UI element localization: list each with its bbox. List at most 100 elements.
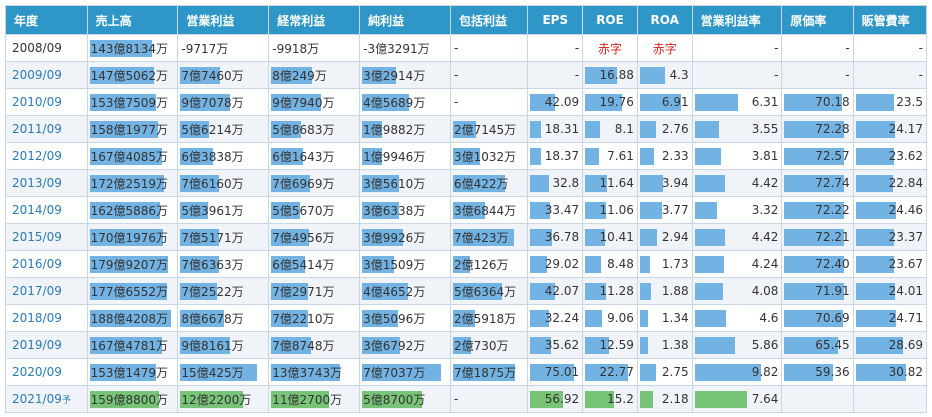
cell-value: 3億6792万 xyxy=(363,338,426,353)
col-header-year[interactable]: 年度 xyxy=(5,5,88,35)
cell-value: 8.1 xyxy=(614,122,634,136)
cell-sga-ratio: 24.46 xyxy=(852,196,928,224)
cell-roa: 6.91 xyxy=(636,88,693,116)
cell-value: 4億5689万 xyxy=(363,95,426,110)
row-year[interactable]: 2020/09 xyxy=(5,358,88,386)
cell-value: -9918万 xyxy=(272,41,320,56)
cell-value: 3億9926万 xyxy=(363,230,426,245)
row-year[interactable]: 2010/09 xyxy=(5,88,88,116)
col-header-cost-ratio[interactable]: 原価率 xyxy=(781,5,854,35)
cell-value: 13億3743万 xyxy=(272,365,343,380)
cell-operating-profit: 5億6214万 xyxy=(177,115,270,143)
cell-value: - xyxy=(845,68,850,82)
cell-value: - xyxy=(774,68,779,82)
forecast-marker: 予 xyxy=(61,396,71,406)
table-row: 2019/09 167億4781万 9億8161万 7億8748万 3億6792万 2億7… xyxy=(5,331,928,359)
cell-value: 172億2519万 xyxy=(90,176,169,191)
cell-eps: 29.02 xyxy=(527,250,584,278)
cell-operating-profit: 7億2522万 xyxy=(177,277,270,305)
col-header-ordinary-profit[interactable]: 経常利益 xyxy=(268,5,361,35)
row-year-label: 2008/09 xyxy=(12,41,62,55)
cell-sga-ratio: 23.67 xyxy=(852,250,928,278)
col-header-operating-margin[interactable]: 営業利益率 xyxy=(691,5,783,35)
row-year[interactable]: 2014/09 xyxy=(5,196,88,224)
row-year[interactable]: 2009/09 xyxy=(5,61,88,89)
col-header-roe[interactable]: ROE xyxy=(582,5,638,35)
table-row: 2008/09 143億8134万 -9717万 -9918万 -3億3291万 - - 赤字… xyxy=(5,34,928,62)
cell-ordinary-profit: 6億5414万 xyxy=(268,250,361,278)
cell-operating-margin: - xyxy=(691,34,783,62)
cell-value: 7億2971万 xyxy=(272,284,335,299)
cell-value: - xyxy=(774,41,779,55)
cell-net-profit: 3億5610万 xyxy=(359,169,451,197)
cell-value: 4.6 xyxy=(759,311,779,325)
cell-net-profit: 7億7037万 xyxy=(359,358,451,386)
col-header-operating-profit[interactable]: 営業利益 xyxy=(177,5,270,35)
row-year[interactable]: 2013/09 xyxy=(5,169,88,197)
cell-sga-ratio: 28.69 xyxy=(852,331,928,359)
cell-net-profit: 5億8700万 xyxy=(359,385,451,413)
cell-operating-margin: 4.6 xyxy=(691,304,783,332)
cell-value: 赤字 xyxy=(652,41,677,56)
cell-value: 15.2 xyxy=(607,392,634,406)
cell-roe: 22.77 xyxy=(582,358,638,386)
cell-value: 11.28 xyxy=(599,284,634,298)
row-year[interactable]: 2015/09 xyxy=(5,223,88,251)
cell-comprehensive-income: - xyxy=(449,88,529,116)
col-header-sga-ratio[interactable]: 販管費率 xyxy=(852,5,928,35)
cell-ordinary-profit: 11億2700万 xyxy=(268,385,361,413)
col-header-revenue[interactable]: 売上高 xyxy=(86,5,179,35)
cell-revenue: 143億8134万 xyxy=(86,34,179,62)
row-year[interactable]: 2018/09 xyxy=(5,304,88,332)
cell-net-profit: -3億3291万 xyxy=(359,34,451,62)
cell-value: 3.94 xyxy=(661,176,689,190)
cell-ordinary-profit: 7億8748万 xyxy=(268,331,361,359)
row-year[interactable]: 2021/09予 xyxy=(5,385,88,413)
row-year[interactable]: 2019/09 xyxy=(5,331,88,359)
cell-value: 11.64 xyxy=(599,176,634,190)
cell-comprehensive-income: - xyxy=(449,61,529,89)
row-year[interactable]: 2012/09 xyxy=(5,142,88,170)
cell-ordinary-profit: 7億2210万 xyxy=(268,304,361,332)
cell-net-profit: 3億5096万 xyxy=(359,304,451,332)
cell-value: 7億4956万 xyxy=(272,230,335,245)
cell-comprehensive-income: 6億422万 xyxy=(449,169,529,197)
row-year[interactable]: 2011/09 xyxy=(5,115,88,143)
col-header-net-profit[interactable]: 純利益 xyxy=(359,5,451,35)
col-header-roa[interactable]: ROA xyxy=(636,5,693,35)
cell-value: 33.47 xyxy=(544,203,580,217)
cell-value: -9717万 xyxy=(181,41,229,56)
cell-value: 24.71 xyxy=(888,311,923,325)
cell-value: - xyxy=(918,68,923,82)
cell-value: - xyxy=(574,41,580,55)
financial-table-panel: 年度 売上高 営業利益 経常利益 純利益 包括利益 EPS ROE ROA 営業… xyxy=(5,5,928,413)
cell-value: 23.67 xyxy=(888,257,923,271)
cell-operating-profit: 7億6363万 xyxy=(177,250,270,278)
table-row: 2012/09 167億4085万 6億3838万 6億1643万 1億9946万 3億1… xyxy=(5,142,928,170)
cell-roe: 19.76 xyxy=(582,88,638,116)
cell-value: 9億7078万 xyxy=(181,95,244,110)
cell-value: 6億422万 xyxy=(454,176,509,191)
cell-cost-ratio: 72.57 xyxy=(781,142,854,170)
cell-roe: 7.61 xyxy=(582,142,638,170)
cell-value: 9億8161万 xyxy=(181,338,244,353)
cell-value: 9.06 xyxy=(607,311,634,325)
cell-value: 3.55 xyxy=(751,122,779,136)
cell-value: 2.33 xyxy=(661,149,689,163)
col-header-comprehensive-income[interactable]: 包括利益 xyxy=(449,5,529,35)
cell-roe: 10.41 xyxy=(582,223,638,251)
cell-eps: 35.62 xyxy=(527,331,584,359)
row-year-label: 2021/09 xyxy=(12,392,62,406)
cell-net-profit: 3億2914万 xyxy=(359,61,451,89)
cell-value: 7億6363万 xyxy=(181,257,244,272)
cell-value: 16.88 xyxy=(599,68,634,82)
cell-revenue: 172億2519万 xyxy=(86,169,179,197)
cell-cost-ratio: 72.74 xyxy=(781,169,854,197)
row-year[interactable]: 2016/09 xyxy=(5,250,88,278)
col-header-eps[interactable]: EPS xyxy=(527,5,584,35)
cell-value: 15億425万 xyxy=(181,365,244,380)
cell-value: 153億1479万 xyxy=(90,365,169,380)
cell-roe: 11.64 xyxy=(582,169,638,197)
row-year[interactable]: 2017/09 xyxy=(5,277,88,305)
cell-roa: 2.94 xyxy=(636,223,693,251)
